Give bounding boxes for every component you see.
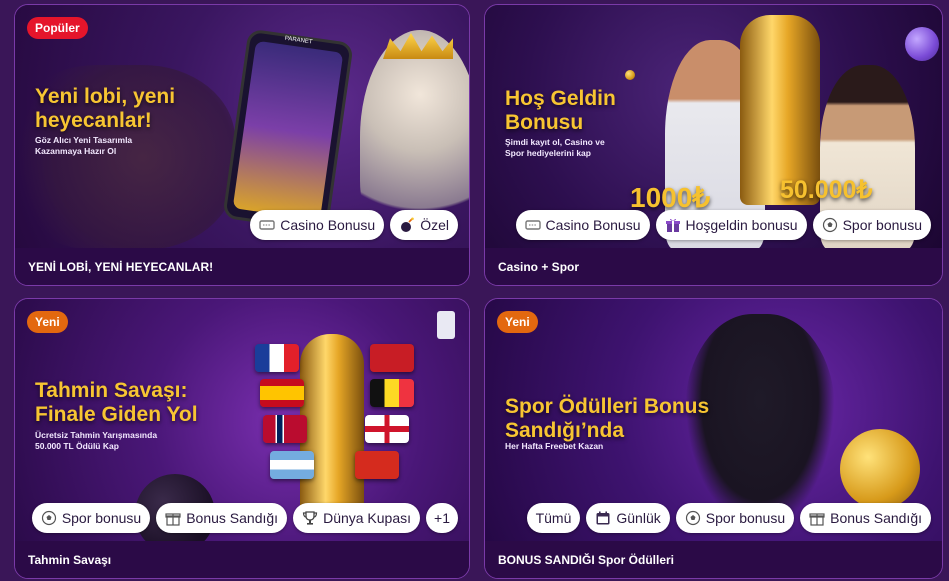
flag-morocco [370,344,414,372]
flag-france [255,344,299,372]
banner-headline: Yeni lobi, yeni heyecanlar! [35,85,176,132]
flag-norway [263,415,307,443]
banner-subline: Şimdi kayıt ol, Casino ve Spor hediyeler… [505,137,605,158]
tag-spor-bonusu[interactable]: Spor bonusu [675,503,795,533]
tag-bonus-sandigi[interactable]: Bonus Sandığı [800,503,931,533]
ticket-icon [259,220,275,230]
banner-headline: Spor Ödülleri Bonus Sandığı’nda [505,395,710,442]
tag-casino-bonusu[interactable]: Casino Bonusu [250,210,385,240]
new-badge: Yeni [497,311,538,333]
trophy-icon [302,511,318,525]
tag-dunya-kupasi[interactable]: Dünya Kupası [293,503,421,533]
gift-icon [665,218,680,232]
tag-hosgeldin-bonusu[interactable]: Hoşgeldin bonusu [655,210,807,240]
tag-more[interactable]: +1 [426,503,458,533]
tag-spor-bonusu[interactable]: Spor bonusu [31,503,151,533]
tag-ozel[interactable]: Özel [390,210,458,240]
soccer-ball-icon [41,510,56,526]
tag-list: Spor bonusu Bonus Sandığı Dünya Kupası +… [31,503,458,533]
coin-icon [625,70,635,80]
banner-headline: Tahmin Savaşı: Finale Giden Yol [35,379,198,426]
tag-list: Casino Bonusu Özel [250,210,458,240]
tag-label: Casino Bonusu [545,217,641,233]
world-cup-trophy-illustration [300,334,364,529]
phone-brand: PARANET [284,35,313,46]
tag-list: Casino Bonusu Hoşgeldin bonusu Spor bonu… [515,210,931,240]
tag-bonus-sandigi[interactable]: Bonus Sandığı [156,503,288,533]
flag-belgium [370,379,414,407]
promo-card-bonus-chest[interactable]: Spor Ödülleri Bonus Sandığı’nda Her Haft… [484,298,943,579]
tag-label: Bonus Sandığı [186,510,279,526]
new-badge: Yeni [27,311,68,333]
ticket-icon [524,220,541,230]
bomb-icon [401,217,415,232]
tag-label: Hoşgeldin bonusu [685,217,798,233]
calendar-icon [596,511,610,525]
banner-subline: Göz Alıcı Yeni Tasarımla Kazanmaya Hazır… [35,135,133,156]
tag-label: Spor bonusu [61,510,142,526]
card-title: YENİ LOBİ, YENİ HEYECANLAR! [15,248,469,285]
tag-label: Tümü [535,510,572,526]
tag-casino-bonusu[interactable]: Casino Bonusu [515,210,650,240]
tag-spor-bonusu[interactable]: Spor bonusu [812,210,931,240]
tag-label: Dünya Kupası [323,510,412,526]
soccer-ball-icon [822,217,837,233]
tag-label: Casino Bonusu [280,217,376,233]
flag-england [365,415,409,443]
card-title: BONUS SANDIĞI Spor Ödülleri [485,541,942,578]
tag-label: Spor bonusu [705,510,786,526]
banner-headline: Hoş Geldin Bonusu [505,87,616,134]
soccer-ball-icon [685,510,700,526]
tag-label: Özel [420,217,449,233]
casino-chip-icon [905,27,939,61]
flag-switzerland [355,451,399,479]
tag-label: Günlük [616,510,661,526]
popular-badge: Popüler [27,17,88,39]
tag-label: Spor bonusu [842,217,922,233]
flag-argentina [270,451,314,479]
bonus-amount-right: 50.000₺ [780,176,873,204]
fifa-logo [437,311,455,339]
card-title: Casino + Spor [485,248,942,285]
card-title: Tahmin Savaşı [15,541,469,578]
tag-gunluk[interactable]: Günlük [586,503,670,533]
gold-chip-illustration [840,429,920,509]
flag-spain [260,379,304,407]
tag-label: +1 [434,510,450,526]
tag-list: Tümü Günlük Spor bonusu Bonus Sandığı [526,503,931,533]
tag-tumu[interactable]: Tümü [526,503,581,533]
promo-card-prediction-war[interactable]: Tahmin Savaşı: Finale Giden Yol Ücretsiz… [14,298,470,579]
banner-subline: Her Hafta Freebet Kazan [505,441,604,451]
phone-illustration: PARANET [222,28,354,233]
gift-box-icon [809,513,825,526]
promo-card-new-lobby[interactable]: PARANET Yeni lobi, yeni heyecanlar! Göz … [14,4,470,286]
banner-subline: Ücretsiz Tahmin Yarışmasında 50.000 TL Ö… [35,430,158,451]
tag-label: Bonus Sandığı [830,510,922,526]
gift-box-icon [165,513,181,526]
promo-card-welcome-bonus[interactable]: Hoş Geldin Bonusu Şimdi kayıt ol, Casino… [484,4,943,286]
